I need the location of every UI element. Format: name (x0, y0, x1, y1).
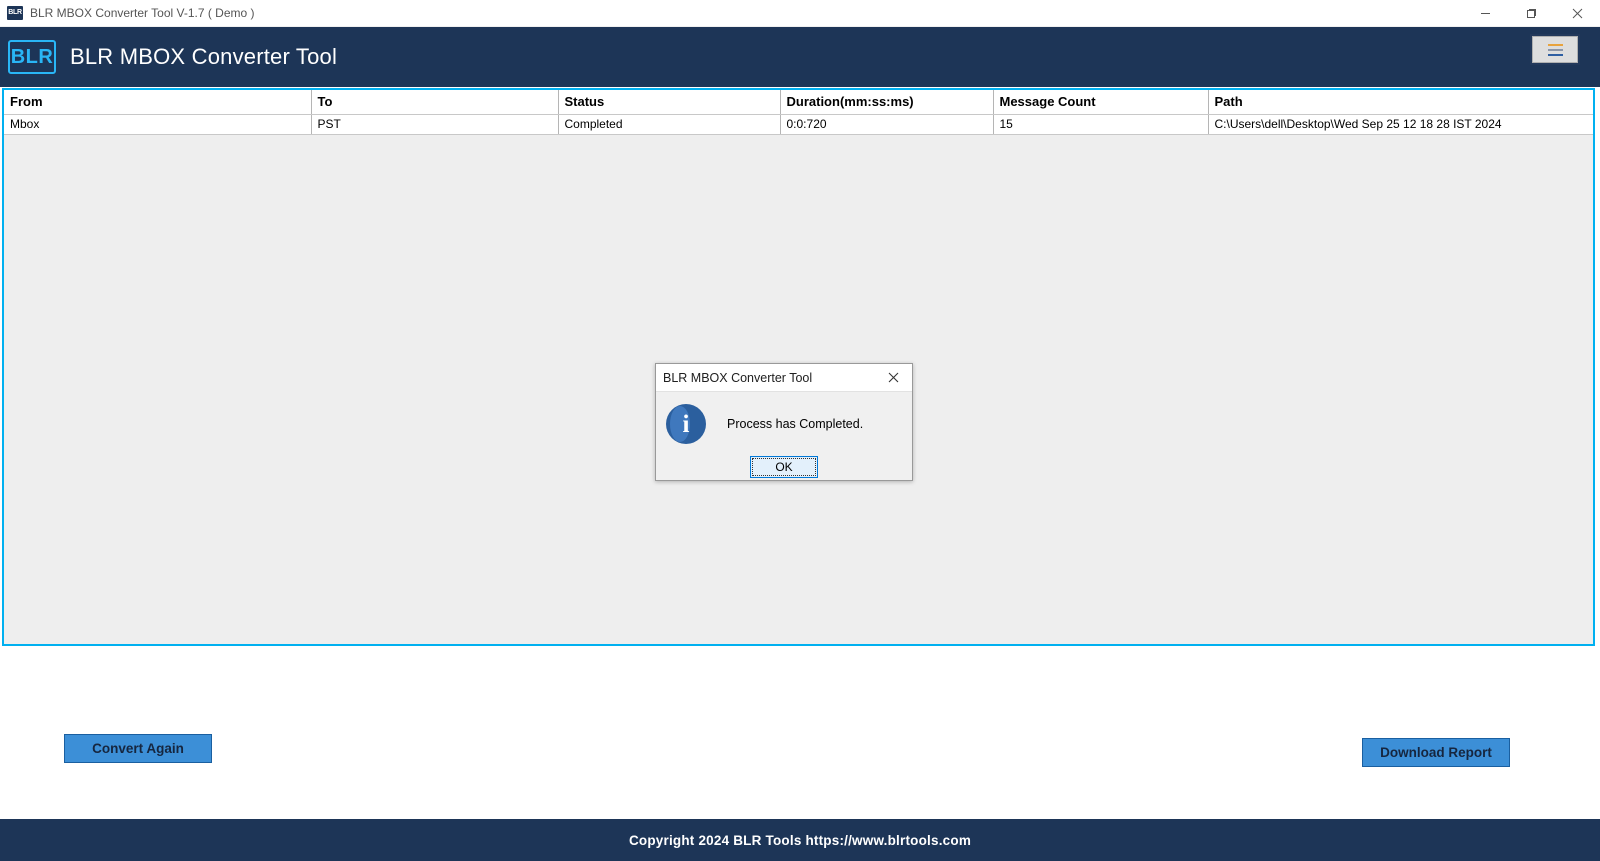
cell-to: PST (311, 114, 559, 135)
dialog-titlebar: BLR MBOX Converter Tool (656, 364, 912, 392)
cell-duration: 0:0:720 (780, 114, 994, 135)
app-icon: BLR (7, 6, 23, 20)
dialog-footer: OK (656, 456, 912, 478)
hamburger-menu-icon (1547, 43, 1563, 46)
column-header-message-count[interactable]: Message Count (993, 90, 1209, 115)
window-controls (1462, 0, 1600, 26)
column-header-from[interactable]: From (4, 90, 312, 115)
dialog-title: BLR MBOX Converter Tool (663, 370, 813, 385)
dialog-close-button[interactable] (874, 364, 912, 391)
app-header: BLR BLR MBOX Converter Tool (0, 27, 1600, 87)
column-header-path[interactable]: Path (1208, 90, 1593, 115)
cell-path: C:\Users\dell\Desktop\Wed Sep 25 12 18 2… (1208, 114, 1593, 135)
copyright-text: Copyright 2024 BLR Tools https://www.blr… (628, 832, 972, 848)
app-footer: Copyright 2024 BLR Tools https://www.blr… (0, 819, 1600, 861)
download-report-button[interactable]: Download Report (1362, 738, 1510, 767)
column-header-duration[interactable]: Duration(mm:ss:ms) (780, 90, 994, 115)
dialog-message: Process has Completed. (727, 417, 864, 431)
hamburger-menu-button[interactable] (1530, 34, 1580, 65)
column-header-to[interactable]: To (311, 90, 559, 115)
conversion-results-table: From To Status Duration(mm:ss:ms) Messag… (4, 90, 1593, 135)
minimize-icon (1480, 12, 1490, 14)
window-title: BLR MBOX Converter Tool V-1.7 ( Demo ) (30, 6, 255, 20)
table-header-row: From To Status Duration(mm:ss:ms) Messag… (4, 90, 1593, 115)
close-button[interactable] (1554, 0, 1600, 26)
cell-message-count: 15 (993, 114, 1209, 135)
column-header-status[interactable]: Status (558, 90, 781, 115)
convert-again-button[interactable]: Convert Again (64, 734, 212, 763)
process-completed-dialog: BLR MBOX Converter Tool i Process has Co… (655, 363, 913, 481)
cell-from: Mbox (4, 114, 312, 135)
minimize-button[interactable] (1462, 0, 1508, 26)
dialog-ok-button[interactable]: OK (750, 456, 818, 478)
cell-status: Completed (558, 114, 781, 135)
close-icon (888, 372, 898, 383)
maximize-button[interactable] (1508, 0, 1554, 26)
maximize-icon (1526, 8, 1536, 18)
table-row[interactable]: Mbox PST Completed 0:0:720 15 C:\Users\d… (4, 114, 1593, 135)
brand-logo: BLR (8, 40, 56, 74)
info-icon-glyph: i (682, 410, 690, 438)
info-icon: i (666, 404, 706, 444)
app-title: BLR MBOX Converter Tool (70, 44, 338, 69)
window-titlebar: BLR BLR MBOX Converter Tool V-1.7 ( Demo… (0, 0, 1600, 27)
dialog-body: i Process has Completed. (656, 392, 912, 444)
close-icon (1572, 8, 1582, 18)
